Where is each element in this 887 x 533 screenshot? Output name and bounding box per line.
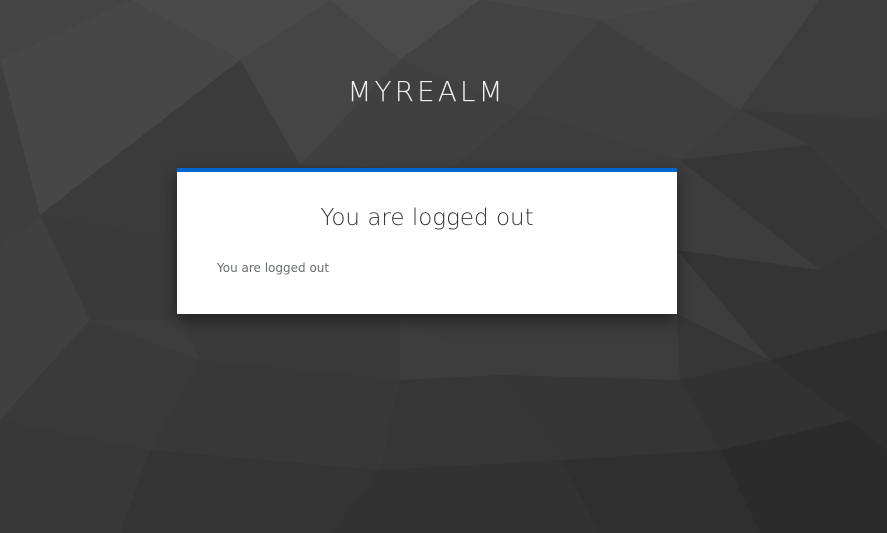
page-title: You are logged out: [320, 205, 534, 231]
realm-title: MYREALM: [347, 75, 506, 108]
logout-card: You are logged out You are logged out: [177, 168, 677, 314]
logout-message: You are logged out: [217, 261, 330, 275]
